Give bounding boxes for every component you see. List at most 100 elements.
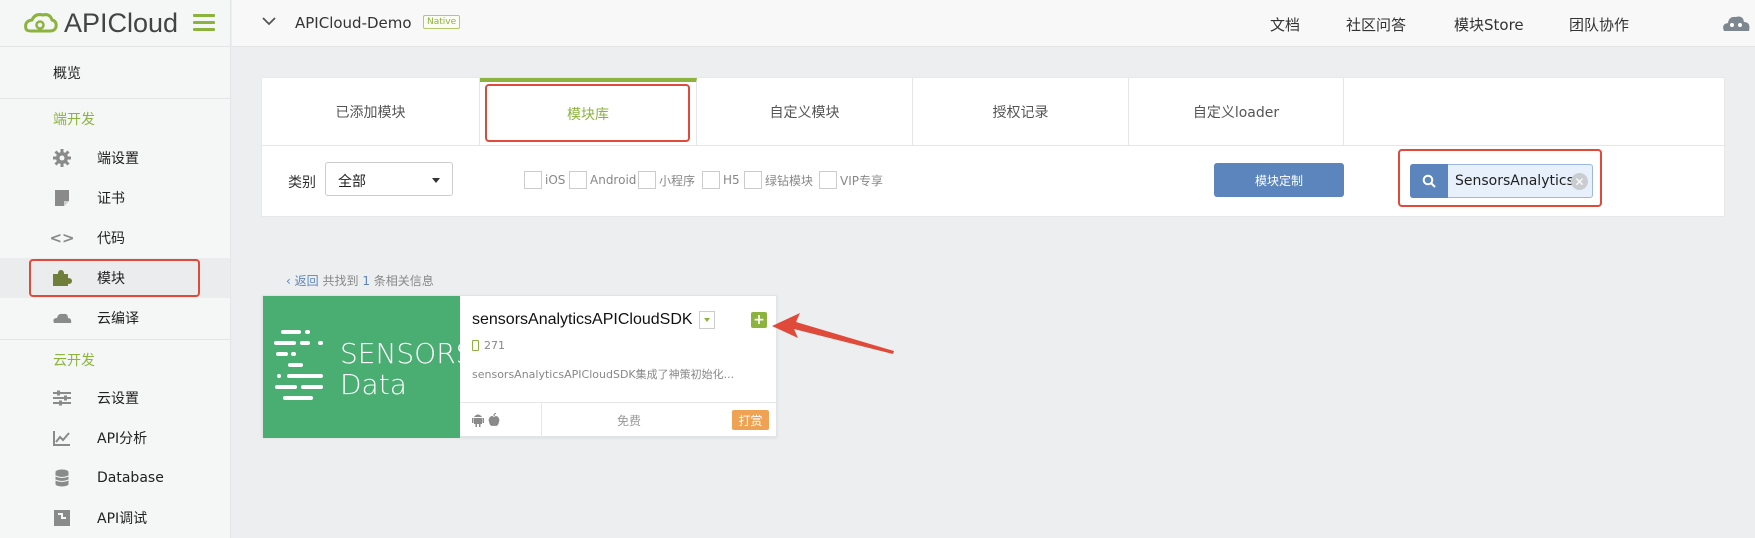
code-icon: <> xyxy=(49,229,75,247)
apicloud-logo-icon[interactable] xyxy=(22,12,58,34)
caret-down-icon xyxy=(432,178,440,183)
result-info: ‹ 返回 共找到 1 条相关信息 xyxy=(286,272,434,289)
checkbox-ios[interactable]: iOS xyxy=(524,171,565,189)
chevron-down-icon[interactable] xyxy=(262,16,276,26)
android-icon xyxy=(472,414,484,427)
download-count: 271 xyxy=(472,339,505,352)
brand-name: APICloud xyxy=(64,8,179,38)
certificate-icon xyxy=(52,188,72,208)
checkbox-vip[interactable]: VIP专享 xyxy=(819,171,883,189)
section-label: 端开发 xyxy=(53,111,95,128)
checkbox-label: 绿钻模块 xyxy=(765,173,814,188)
sidebar-item-cloud-settings[interactable]: 云设置 xyxy=(0,378,230,418)
checkbox-label: 小程序 xyxy=(659,173,696,188)
tab-bar: 已添加模块 模块库 自定义模块 授权记录 自定义loader xyxy=(262,78,1344,146)
sensors-data-logo[interactable]: SENSORS Data xyxy=(263,296,473,438)
top-header: APICloud-Demo Native 文档 社区问答 模块Store 团队协… xyxy=(232,0,1755,47)
tab-custom-loader[interactable]: 自定义loader xyxy=(1129,78,1344,146)
section-label: 云开发 xyxy=(53,352,95,369)
tab-label: 自定义loader xyxy=(1192,105,1280,121)
module-description: sensorsAnalyticsAPICloudSDK集成了神策初始化... xyxy=(472,368,735,381)
sensors-data-logo-graphic: SENSORS Data xyxy=(274,330,473,401)
platform-icons xyxy=(460,403,542,437)
database-icon xyxy=(52,468,72,488)
nav-link-docs[interactable]: 文档 xyxy=(1270,14,1300,35)
checkbox-label: H5 xyxy=(723,173,740,187)
sidebar-item-label: 证书 xyxy=(97,191,125,207)
button-label: 模块定制 xyxy=(1254,173,1303,188)
sidebar-item-label: 概览 xyxy=(53,66,81,82)
sidebar-item-database[interactable]: Database xyxy=(0,458,230,498)
category-select[interactable]: 全部 xyxy=(325,162,453,196)
back-link[interactable]: ‹ 返回 xyxy=(286,274,319,288)
sidebar-item-label: Database xyxy=(97,470,164,486)
tab-added-modules[interactable]: 已添加模块 xyxy=(262,78,480,146)
tab-auth-records[interactable]: 授权记录 xyxy=(913,78,1129,146)
nav-link-community[interactable]: 社区问答 xyxy=(1346,14,1406,35)
checkbox-green-diamond[interactable]: 绿钻模块 xyxy=(744,171,813,189)
app-name[interactable]: APICloud-Demo xyxy=(295,14,412,32)
download-count-value: 271 xyxy=(484,339,505,352)
sidebar-item-client-settings[interactable]: 端设置 xyxy=(0,138,230,178)
tip-label: 打赏 xyxy=(738,413,763,428)
chart-line-icon xyxy=(52,428,72,448)
sidebar-item-label: 云编译 xyxy=(97,311,139,327)
sidebar-item-label: 端设置 xyxy=(97,151,139,167)
native-badge: Native xyxy=(423,15,461,29)
gear-icon xyxy=(52,148,72,168)
highlight-box-search xyxy=(1398,149,1602,207)
tip-button[interactable]: 打赏 xyxy=(732,410,769,430)
add-module-button[interactable]: + xyxy=(751,312,767,328)
checkbox-miniprogram[interactable]: 小程序 xyxy=(638,171,695,189)
sidebar-item-api-analysis[interactable]: API分析 xyxy=(0,418,230,458)
checkbox-label: Android xyxy=(590,173,637,187)
sidebar-section-cloud: 云开发 xyxy=(0,339,230,379)
checkbox-label: VIP专享 xyxy=(840,173,883,188)
checkbox-label: iOS xyxy=(545,173,566,187)
nav-link-module-store[interactable]: 模块Store xyxy=(1454,14,1524,35)
nav-link-team[interactable]: 团队协作 xyxy=(1569,14,1629,35)
logo-text[interactable]: APICloud xyxy=(64,8,178,39)
cloud-icon xyxy=(52,308,72,328)
version-dropdown[interactable] xyxy=(699,311,715,329)
result-suffix: 条相关信息 xyxy=(373,274,434,288)
sidebar-item-certificate[interactable]: 证书 xyxy=(0,178,230,218)
sliders-icon xyxy=(52,388,72,408)
sidebar-item-code[interactable]: <> 代码 xyxy=(0,218,230,258)
tab-custom-modules[interactable]: 自定义模块 xyxy=(697,78,913,146)
tab-bar-filler xyxy=(1344,78,1726,146)
card-footer: 免费 打赏 xyxy=(460,402,777,437)
price-label: 免费 xyxy=(617,414,642,428)
sidebar: APICloud 概览 端开发 端设置 证书 <> 代码 模块 云编译 云开发 … xyxy=(0,0,231,538)
highlight-box-module-library-tab xyxy=(485,84,690,142)
highlight-box-modules xyxy=(29,259,200,297)
module-title[interactable]: sensorsAnalyticsAPICloudSDK xyxy=(472,311,693,329)
tab-label: 已添加模块 xyxy=(335,105,406,121)
sidebar-section-client: 端开发 xyxy=(0,98,230,138)
logo-bar: APICloud xyxy=(0,0,230,47)
hamburger-menu-icon[interactable] xyxy=(193,14,215,32)
module-card[interactable]: SENSORS Data sensorsAnalyticsAPICloudSDK… xyxy=(262,295,777,438)
category-label: 类别 xyxy=(288,175,316,191)
custom-module-button[interactable]: 模块定制 xyxy=(1214,163,1344,197)
user-avatar-icon[interactable] xyxy=(1721,13,1751,33)
sidebar-item-api-debug[interactable]: API调试 xyxy=(0,498,230,538)
sidebar-item-overview[interactable]: 概览 xyxy=(0,53,230,93)
sidebar-item-label: API调试 xyxy=(97,511,148,527)
tab-label: 自定义模块 xyxy=(769,105,840,121)
sidebar-item-cloud-build[interactable]: 云编译 xyxy=(0,298,230,338)
sidebar-item-label: API分析 xyxy=(97,431,148,447)
checkbox-android[interactable]: Android xyxy=(569,171,636,189)
back-label: 返回 xyxy=(294,274,319,288)
category-value: 全部 xyxy=(338,174,366,190)
checkbox-h5[interactable]: H5 xyxy=(702,171,740,189)
sidebar-item-label: 代码 xyxy=(97,231,125,247)
logo-line1: SENSORS xyxy=(340,337,460,370)
debug-icon xyxy=(52,508,72,528)
caret-down-icon xyxy=(704,318,710,322)
apple-icon xyxy=(488,413,500,426)
red-arrow-annotation-icon xyxy=(772,313,894,354)
result-count: 1 xyxy=(362,274,370,288)
logo-line2: Data xyxy=(340,368,407,401)
result-prefix: 共找到 xyxy=(322,274,359,288)
